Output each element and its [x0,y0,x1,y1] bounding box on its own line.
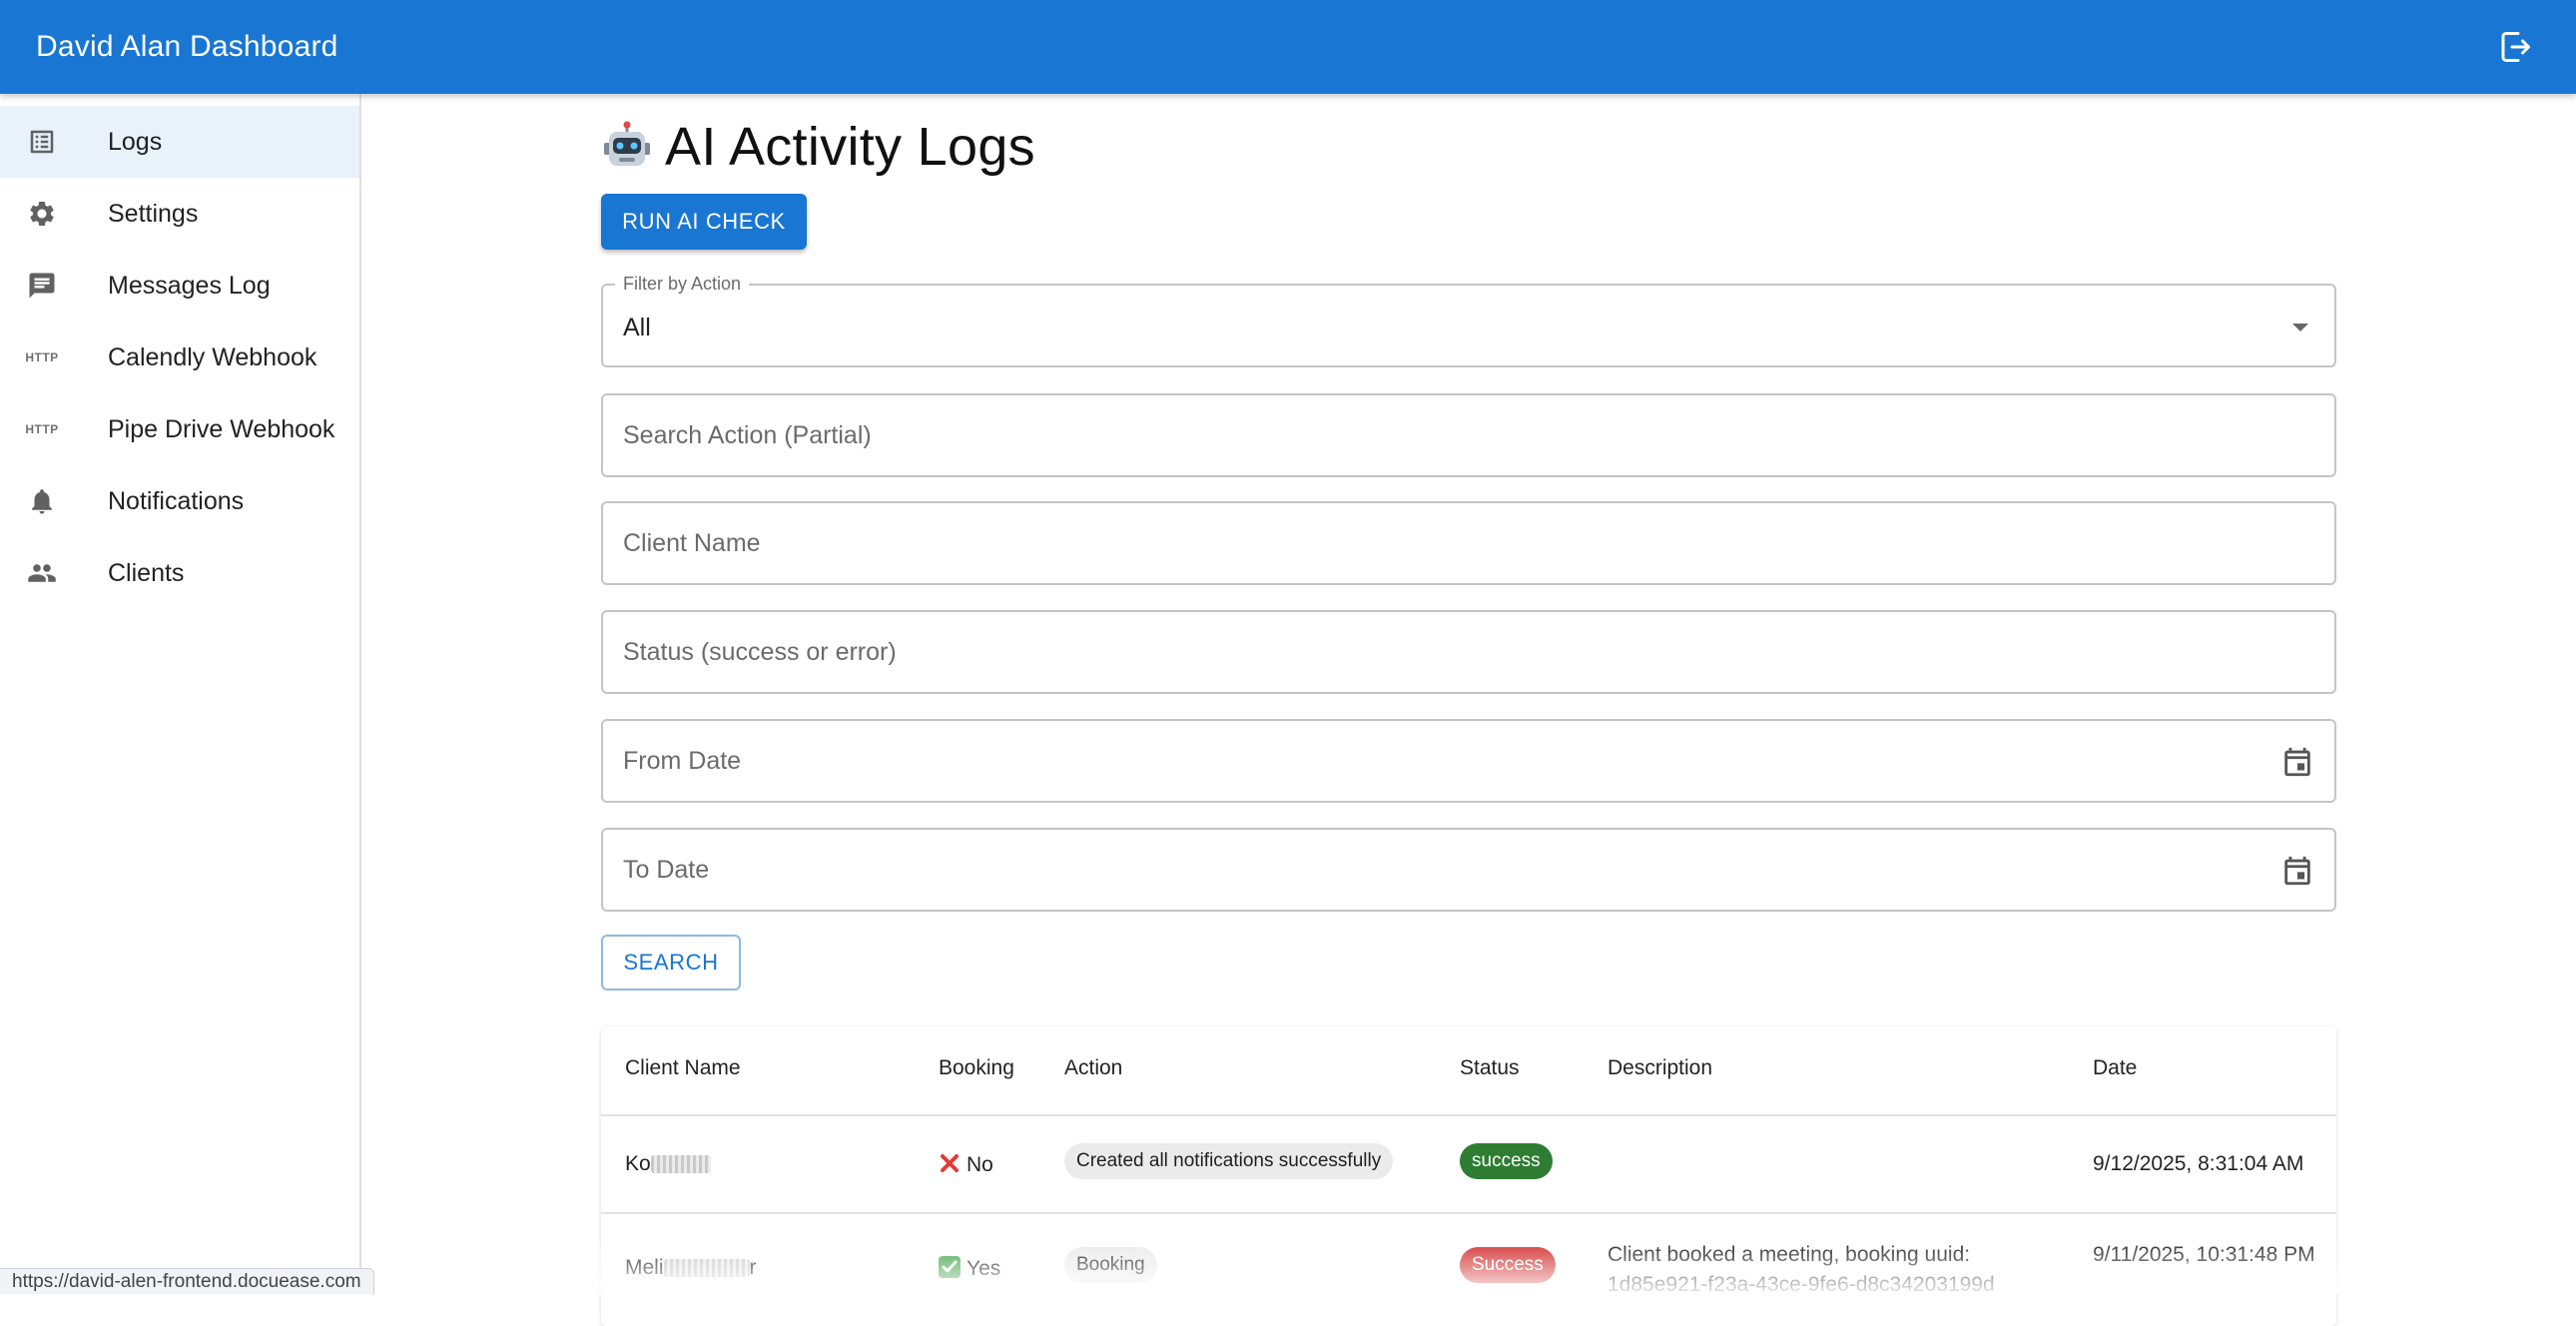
sidebar-item-label: Logs [108,127,163,156]
sidebar-item-settings[interactable]: Settings [0,178,359,250]
table-row[interactable]: Meli r Yes Booking Success Client booked … [601,1214,2336,1326]
table-header-row: Client Name Booking Action Status Descri… [601,1026,2336,1116]
message-icon [24,271,60,301]
dropdown-arrow-icon [2292,324,2308,332]
status-badge: success [1460,1143,1553,1179]
table-row[interactable]: Ko No Created all notifications successf… [601,1116,2336,1214]
search-button[interactable]: SEARCH [601,935,741,991]
from-date-placeholder: From Date [623,747,742,775]
client-name-cell: Meli r [625,1256,757,1280]
sidebar-item-label: Notifications [108,486,245,515]
status-input[interactable]: Status (success or error) [601,610,2336,694]
people-icon [24,558,60,588]
client-name-suffix: r [749,1256,757,1279]
sidebar-item-calendly-webhook[interactable]: HTTP Calendly Webhook [0,322,359,393]
redacted-text [650,1155,711,1174]
sidebar-item-notifications[interactable]: Notifications [0,465,359,537]
booking-text: No [966,1153,993,1176]
logout-icon[interactable] [2494,26,2536,68]
sidebar-item-label: Pipe Drive Webhook [108,414,335,443]
date-cell: 9/12/2025, 8:31:04 AM [2093,1152,2304,1175]
page-heading: AI Activity Logs [601,112,1035,182]
run-ai-check-button[interactable]: RUN AI CHECK [601,194,807,250]
status-cell: Success [1460,1247,1556,1283]
http-badge: HTTP [25,422,59,436]
sidebar-item-pipe-drive-webhook[interactable]: HTTP Pipe Drive Webhook [0,393,359,465]
action-chip: Booking [1064,1247,1157,1283]
column-header-booking: Booking [939,1056,1014,1079]
action-chip: Created all notifications successfully [1064,1143,1394,1179]
gear-icon [24,199,60,229]
action-cell: Booking [1064,1247,1157,1283]
date-cell: 9/11/2025, 10:31:48 PM [2093,1243,2315,1266]
filter-by-action-label: Filter by Action [615,274,750,295]
cross-mark-icon [941,1154,959,1172]
sidebar-item-logs[interactable]: Logs [0,106,359,178]
page-title: AI Activity Logs [665,117,1035,177]
app-bar: David Alan Dashboard [0,0,2576,94]
description-cell: Client booked a meeting, booking uuid: 1… [1608,1243,1995,1296]
to-date-placeholder: To Date [623,856,710,884]
column-header-description: Description [1608,1056,1713,1079]
sidebar: Logs Settings Messages Log HTTP Calendly… [0,94,361,1294]
column-header-action: Action [1064,1056,1123,1079]
bell-icon [24,486,60,516]
sidebar-item-messages-log[interactable]: Messages Log [0,250,359,322]
column-header-date: Date [2093,1056,2138,1079]
sidebar-item-label: Settings [108,199,199,228]
client-name-placeholder: Client Name [623,529,761,557]
booking-cell: Yes [939,1256,1000,1281]
search-action-placeholder: Search Action (Partial) [623,421,872,449]
check-mark-icon [939,1256,961,1278]
client-name-input[interactable]: Client Name [601,501,2336,585]
status-cell: success [1460,1143,1553,1179]
logs-table: Client Name Booking Action Status Descri… [601,1026,2336,1326]
column-header-status: Status [1460,1056,1520,1079]
to-date-input[interactable]: To Date [601,828,2336,912]
search-action-input[interactable]: Search Action (Partial) [601,393,2336,477]
robot-icon [604,121,650,166]
client-name-cell: Ko [625,1152,711,1176]
booking-text: Yes [966,1257,1001,1280]
status-placeholder: Status (success or error) [623,638,897,666]
http-icon: HTTP [24,414,60,444]
filter-by-action-select[interactable]: Filter by Action All [601,274,2336,367]
client-name-text: Meli [625,1256,664,1279]
filter-by-action-value: All [623,314,651,341]
http-badge: HTTP [25,350,59,364]
calendar-icon[interactable] [2280,745,2314,779]
list-icon [24,127,60,157]
sidebar-item-label: Messages Log [108,271,271,300]
status-badge: Success [1460,1247,1556,1283]
sidebar-item-label: Calendly Webhook [108,342,318,371]
sidebar-item-clients[interactable]: Clients [0,537,359,609]
sidebar-item-label: Clients [108,558,185,587]
http-icon: HTTP [24,342,60,372]
redacted-text [663,1259,750,1278]
booking-cell: No [939,1152,993,1177]
app-title: David Alan Dashboard [36,30,338,63]
calendar-icon[interactable] [2280,854,2314,888]
from-date-input[interactable]: From Date [601,719,2336,803]
client-name-text: Ko [625,1152,651,1175]
status-bar-url: https://david-alen-frontend.docuease.com [0,1268,374,1294]
action-cell: Created all notifications successfully [1064,1143,1394,1179]
column-header-client-name: Client Name [625,1056,741,1079]
